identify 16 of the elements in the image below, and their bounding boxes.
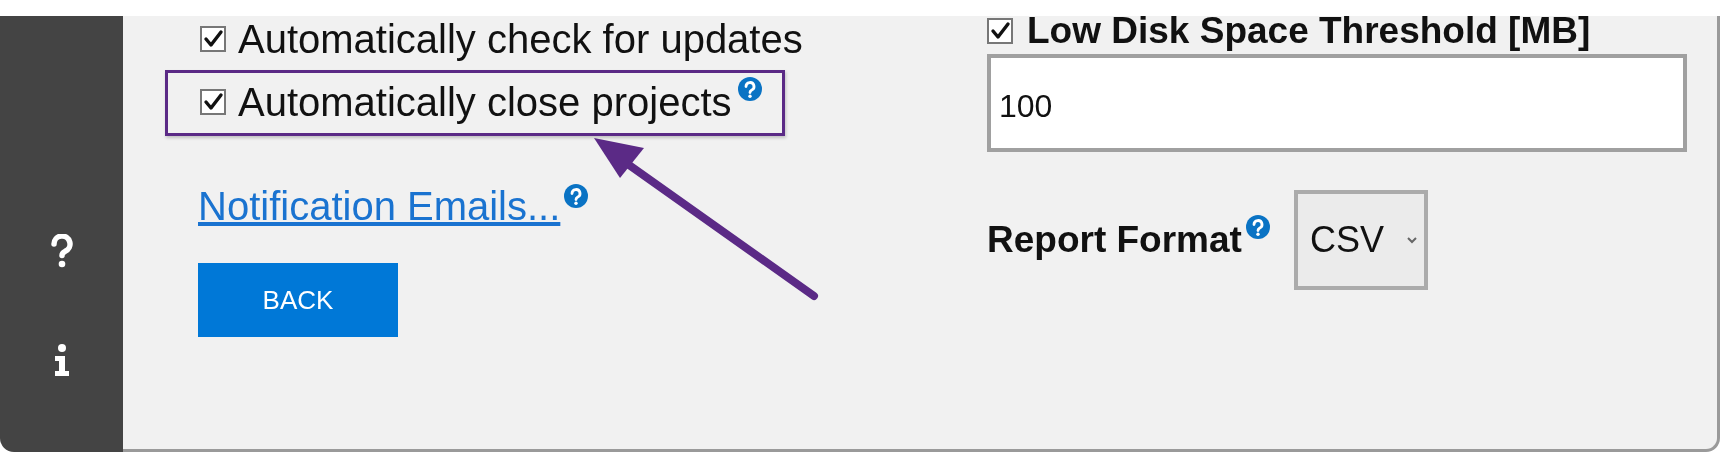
checkbox[interactable] — [200, 89, 226, 115]
threshold-field[interactable]: 100 — [987, 54, 1687, 152]
checkmark-icon — [989, 20, 1011, 42]
checkbox-label: Automatically close projects — [238, 79, 732, 125]
field-label: Report Format — [987, 219, 1242, 261]
field-label: Low Disk Space Threshold [MB] — [1027, 10, 1591, 52]
checkmark-icon — [202, 91, 224, 113]
checkbox[interactable] — [200, 26, 226, 52]
checkbox-label: Automatically check for updates — [238, 16, 803, 62]
checkbox[interactable] — [987, 18, 1013, 44]
back-button[interactable]: BACK — [198, 263, 398, 337]
checkmark-icon — [202, 28, 224, 50]
format-dropdown[interactable]: CSV — [1293, 190, 1428, 290]
help-icon — [48, 234, 75, 268]
notification-emails-link[interactable]: Notification Emails... — [198, 184, 561, 229]
caret-icon — [1405, 235, 1418, 245]
